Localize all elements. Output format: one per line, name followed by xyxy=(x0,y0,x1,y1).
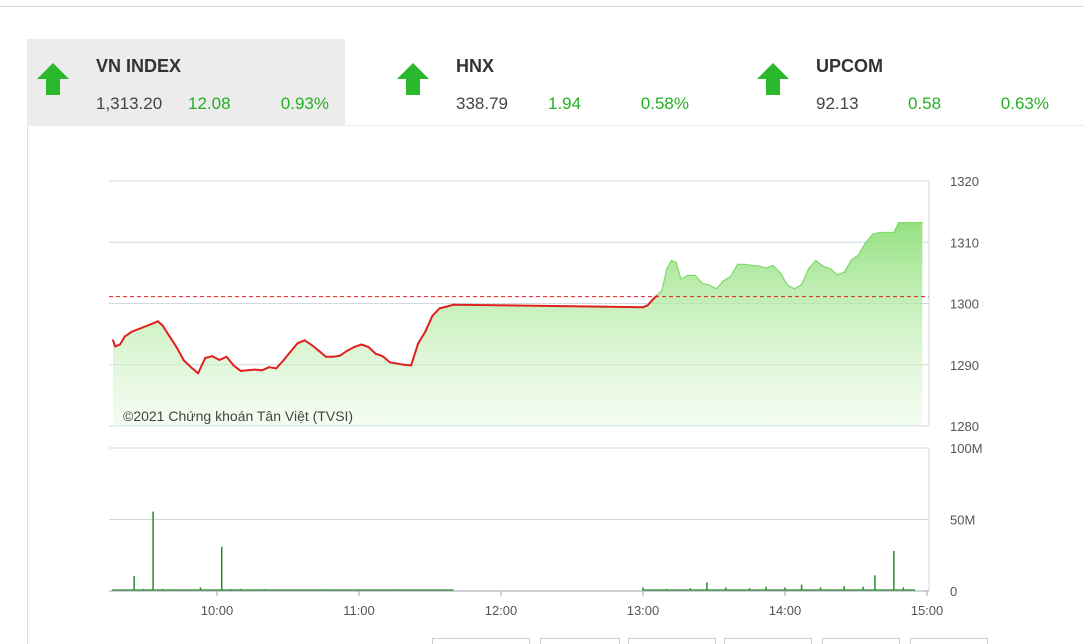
volume-axis: 0 50M 100M xyxy=(928,441,983,599)
time-tick-label: 12:00 xyxy=(485,603,518,618)
tab-outline[interactable] xyxy=(628,638,716,644)
watermark: ©2021 Chứng khoán Tân Việt (TVSI) xyxy=(123,408,353,424)
time-axis: 10:00 11:00 12:00 13:00 14:00 15:00 xyxy=(109,590,944,618)
price-tick-label: 1280 xyxy=(950,419,979,434)
volume-tick-label: 50M xyxy=(950,513,975,528)
price-tick-label: 1320 xyxy=(950,174,979,189)
volume-tick-label: 100M xyxy=(950,441,983,456)
tab-outline[interactable] xyxy=(432,638,530,644)
tab-outline[interactable] xyxy=(910,638,988,644)
tab-outline[interactable] xyxy=(724,638,812,644)
price-tick-label: 1300 xyxy=(950,297,979,312)
time-tick-label: 15:00 xyxy=(911,603,944,618)
price-segment xyxy=(239,369,249,372)
price-segment xyxy=(403,363,413,367)
volume-bars xyxy=(112,511,916,592)
price-segment xyxy=(395,362,405,366)
price-segment xyxy=(388,361,398,365)
price-tick-label: 1310 xyxy=(950,235,979,250)
price-segment xyxy=(751,264,760,267)
price-segment xyxy=(268,366,278,370)
time-tick-label: 14:00 xyxy=(769,603,802,618)
tab-outline[interactable] xyxy=(822,638,900,644)
time-tick-label: 11:00 xyxy=(343,603,375,618)
price-segment xyxy=(332,354,342,358)
time-tick-label: 10:00 xyxy=(201,603,234,618)
price-area xyxy=(113,222,923,426)
price-tick-label: 1290 xyxy=(950,358,979,373)
tab-outline[interactable] xyxy=(540,638,620,644)
price-segment xyxy=(246,368,256,372)
intraday-chart[interactable]: ©2021 Chứng khoán Tân Việt (TVSI) 128012… xyxy=(0,0,1084,643)
volume-tick-label: 0 xyxy=(950,584,957,599)
time-tick-label: 13:00 xyxy=(627,603,660,618)
volume-grid xyxy=(109,447,929,592)
price-axis: 1280 1290 1300 1310 1320 xyxy=(928,174,979,434)
price-segment xyxy=(253,368,263,372)
